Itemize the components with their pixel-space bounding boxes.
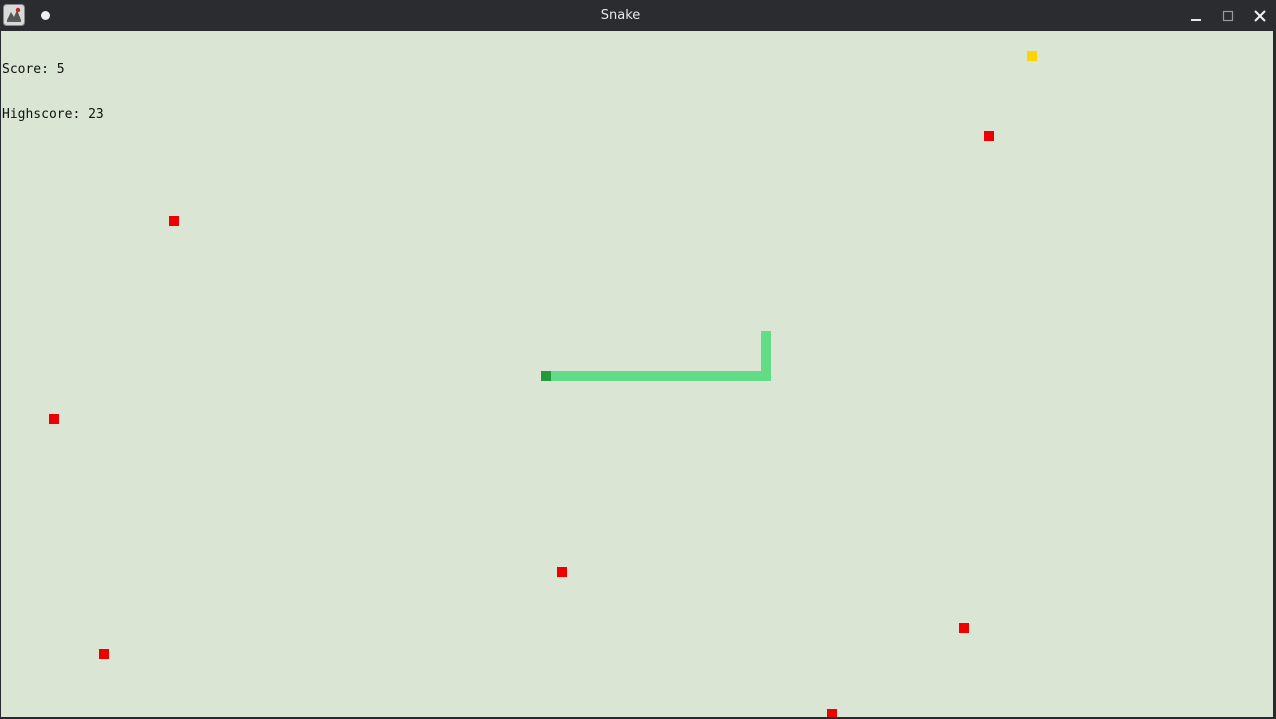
score-label: Score: 5 xyxy=(2,62,65,77)
food-pellet xyxy=(959,623,969,633)
title-bar[interactable]: Snake xyxy=(0,0,1276,31)
food-pellet xyxy=(99,649,109,659)
highscore-label: Highscore: 23 xyxy=(2,107,104,122)
game-window: Snake Score: 5 Highscore: 23 xyxy=(0,0,1276,719)
food-pellet xyxy=(827,709,837,717)
bonus-food-pellet xyxy=(1027,51,1037,61)
snake-body-horizontal xyxy=(551,371,771,381)
food-pellet xyxy=(169,216,179,226)
minimize-button[interactable] xyxy=(1184,4,1208,28)
snake-body-vertical xyxy=(761,331,771,371)
window-title: Snake xyxy=(600,8,641,23)
maximize-button[interactable] xyxy=(1216,4,1240,28)
food-pellet xyxy=(49,414,59,424)
close-icon xyxy=(1254,10,1266,22)
food-pellet xyxy=(557,567,567,577)
score-display: Score: 5 Highscore: 23 xyxy=(2,32,104,152)
food-pellet xyxy=(984,131,994,141)
close-button[interactable] xyxy=(1248,4,1272,28)
game-board[interactable]: Score: 5 Highscore: 23 xyxy=(1,31,1273,717)
maximize-icon xyxy=(1222,10,1234,22)
minimize-icon xyxy=(1191,19,1201,21)
snake-head xyxy=(541,371,551,381)
